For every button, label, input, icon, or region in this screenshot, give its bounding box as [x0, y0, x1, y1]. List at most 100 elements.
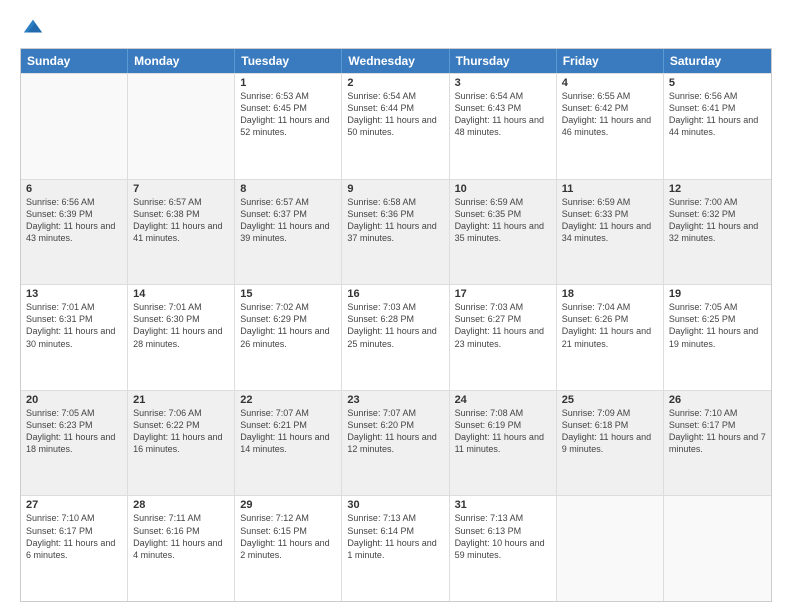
- day-cell-4: 4Sunrise: 6:55 AM Sunset: 6:42 PM Daylig…: [557, 74, 664, 179]
- day-number: 14: [133, 288, 229, 300]
- day-cell-6: 6Sunrise: 6:56 AM Sunset: 6:39 PM Daylig…: [21, 180, 128, 285]
- day-number: 23: [347, 394, 443, 406]
- day-cell-15: 15Sunrise: 7:02 AM Sunset: 6:29 PM Dayli…: [235, 285, 342, 390]
- day-info: Sunrise: 7:13 AM Sunset: 6:14 PM Dayligh…: [347, 512, 443, 561]
- day-info: Sunrise: 7:10 AM Sunset: 6:17 PM Dayligh…: [26, 512, 122, 561]
- day-info: Sunrise: 6:58 AM Sunset: 6:36 PM Dayligh…: [347, 196, 443, 245]
- header-day-monday: Monday: [128, 49, 235, 73]
- day-info: Sunrise: 7:12 AM Sunset: 6:15 PM Dayligh…: [240, 512, 336, 561]
- day-info: Sunrise: 7:01 AM Sunset: 6:30 PM Dayligh…: [133, 301, 229, 350]
- day-number: 13: [26, 288, 122, 300]
- header-day-wednesday: Wednesday: [342, 49, 449, 73]
- day-number: 30: [347, 499, 443, 511]
- calendar-row-3: 20Sunrise: 7:05 AM Sunset: 6:23 PM Dayli…: [21, 390, 771, 496]
- day-cell-5: 5Sunrise: 6:56 AM Sunset: 6:41 PM Daylig…: [664, 74, 771, 179]
- day-number: 21: [133, 394, 229, 406]
- day-info: Sunrise: 6:57 AM Sunset: 6:37 PM Dayligh…: [240, 196, 336, 245]
- day-number: 22: [240, 394, 336, 406]
- day-cell-28: 28Sunrise: 7:11 AM Sunset: 6:16 PM Dayli…: [128, 496, 235, 601]
- logo-icon: [22, 16, 44, 38]
- empty-cell: [128, 74, 235, 179]
- day-number: 31: [455, 499, 551, 511]
- day-cell-24: 24Sunrise: 7:08 AM Sunset: 6:19 PM Dayli…: [450, 391, 557, 496]
- header: [20, 16, 772, 38]
- header-day-saturday: Saturday: [664, 49, 771, 73]
- day-cell-12: 12Sunrise: 7:00 AM Sunset: 6:32 PM Dayli…: [664, 180, 771, 285]
- day-cell-8: 8Sunrise: 6:57 AM Sunset: 6:37 PM Daylig…: [235, 180, 342, 285]
- day-number: 16: [347, 288, 443, 300]
- day-number: 10: [455, 183, 551, 195]
- day-number: 25: [562, 394, 658, 406]
- calendar-row-2: 13Sunrise: 7:01 AM Sunset: 6:31 PM Dayli…: [21, 284, 771, 390]
- day-cell-7: 7Sunrise: 6:57 AM Sunset: 6:38 PM Daylig…: [128, 180, 235, 285]
- day-number: 4: [562, 77, 658, 89]
- day-info: Sunrise: 6:59 AM Sunset: 6:35 PM Dayligh…: [455, 196, 551, 245]
- day-cell-20: 20Sunrise: 7:05 AM Sunset: 6:23 PM Dayli…: [21, 391, 128, 496]
- day-info: Sunrise: 6:55 AM Sunset: 6:42 PM Dayligh…: [562, 90, 658, 139]
- header-day-tuesday: Tuesday: [235, 49, 342, 73]
- day-number: 7: [133, 183, 229, 195]
- day-info: Sunrise: 6:59 AM Sunset: 6:33 PM Dayligh…: [562, 196, 658, 245]
- day-number: 29: [240, 499, 336, 511]
- day-number: 27: [26, 499, 122, 511]
- day-number: 24: [455, 394, 551, 406]
- day-cell-16: 16Sunrise: 7:03 AM Sunset: 6:28 PM Dayli…: [342, 285, 449, 390]
- day-info: Sunrise: 7:03 AM Sunset: 6:28 PM Dayligh…: [347, 301, 443, 350]
- calendar-row-1: 6Sunrise: 6:56 AM Sunset: 6:39 PM Daylig…: [21, 179, 771, 285]
- day-number: 5: [669, 77, 766, 89]
- day-info: Sunrise: 6:57 AM Sunset: 6:38 PM Dayligh…: [133, 196, 229, 245]
- day-number: 3: [455, 77, 551, 89]
- day-number: 12: [669, 183, 766, 195]
- empty-cell: [664, 496, 771, 601]
- day-cell-13: 13Sunrise: 7:01 AM Sunset: 6:31 PM Dayli…: [21, 285, 128, 390]
- day-number: 2: [347, 77, 443, 89]
- day-info: Sunrise: 7:09 AM Sunset: 6:18 PM Dayligh…: [562, 407, 658, 456]
- day-number: 20: [26, 394, 122, 406]
- day-cell-3: 3Sunrise: 6:54 AM Sunset: 6:43 PM Daylig…: [450, 74, 557, 179]
- day-info: Sunrise: 7:04 AM Sunset: 6:26 PM Dayligh…: [562, 301, 658, 350]
- calendar-row-0: 1Sunrise: 6:53 AM Sunset: 6:45 PM Daylig…: [21, 73, 771, 179]
- day-cell-31: 31Sunrise: 7:13 AM Sunset: 6:13 PM Dayli…: [450, 496, 557, 601]
- day-cell-23: 23Sunrise: 7:07 AM Sunset: 6:20 PM Dayli…: [342, 391, 449, 496]
- day-info: Sunrise: 7:00 AM Sunset: 6:32 PM Dayligh…: [669, 196, 766, 245]
- day-cell-22: 22Sunrise: 7:07 AM Sunset: 6:21 PM Dayli…: [235, 391, 342, 496]
- day-cell-17: 17Sunrise: 7:03 AM Sunset: 6:27 PM Dayli…: [450, 285, 557, 390]
- day-info: Sunrise: 7:07 AM Sunset: 6:20 PM Dayligh…: [347, 407, 443, 456]
- day-info: Sunrise: 6:56 AM Sunset: 6:39 PM Dayligh…: [26, 196, 122, 245]
- day-cell-14: 14Sunrise: 7:01 AM Sunset: 6:30 PM Dayli…: [128, 285, 235, 390]
- day-cell-25: 25Sunrise: 7:09 AM Sunset: 6:18 PM Dayli…: [557, 391, 664, 496]
- day-info: Sunrise: 7:05 AM Sunset: 6:23 PM Dayligh…: [26, 407, 122, 456]
- day-info: Sunrise: 7:11 AM Sunset: 6:16 PM Dayligh…: [133, 512, 229, 561]
- day-info: Sunrise: 7:10 AM Sunset: 6:17 PM Dayligh…: [669, 407, 766, 456]
- day-cell-1: 1Sunrise: 6:53 AM Sunset: 6:45 PM Daylig…: [235, 74, 342, 179]
- day-cell-26: 26Sunrise: 7:10 AM Sunset: 6:17 PM Dayli…: [664, 391, 771, 496]
- day-info: Sunrise: 7:02 AM Sunset: 6:29 PM Dayligh…: [240, 301, 336, 350]
- day-cell-21: 21Sunrise: 7:06 AM Sunset: 6:22 PM Dayli…: [128, 391, 235, 496]
- calendar: SundayMondayTuesdayWednesdayThursdayFrid…: [20, 48, 772, 602]
- header-day-thursday: Thursday: [450, 49, 557, 73]
- day-number: 19: [669, 288, 766, 300]
- calendar-body: 1Sunrise: 6:53 AM Sunset: 6:45 PM Daylig…: [21, 73, 771, 601]
- day-cell-30: 30Sunrise: 7:13 AM Sunset: 6:14 PM Dayli…: [342, 496, 449, 601]
- day-number: 9: [347, 183, 443, 195]
- day-cell-10: 10Sunrise: 6:59 AM Sunset: 6:35 PM Dayli…: [450, 180, 557, 285]
- day-info: Sunrise: 6:56 AM Sunset: 6:41 PM Dayligh…: [669, 90, 766, 139]
- day-info: Sunrise: 6:53 AM Sunset: 6:45 PM Dayligh…: [240, 90, 336, 139]
- page: SundayMondayTuesdayWednesdayThursdayFrid…: [0, 0, 792, 612]
- day-number: 26: [669, 394, 766, 406]
- day-info: Sunrise: 7:06 AM Sunset: 6:22 PM Dayligh…: [133, 407, 229, 456]
- day-info: Sunrise: 7:01 AM Sunset: 6:31 PM Dayligh…: [26, 301, 122, 350]
- day-cell-18: 18Sunrise: 7:04 AM Sunset: 6:26 PM Dayli…: [557, 285, 664, 390]
- day-info: Sunrise: 7:05 AM Sunset: 6:25 PM Dayligh…: [669, 301, 766, 350]
- day-cell-29: 29Sunrise: 7:12 AM Sunset: 6:15 PM Dayli…: [235, 496, 342, 601]
- empty-cell: [557, 496, 664, 601]
- day-number: 1: [240, 77, 336, 89]
- header-day-sunday: Sunday: [21, 49, 128, 73]
- day-cell-11: 11Sunrise: 6:59 AM Sunset: 6:33 PM Dayli…: [557, 180, 664, 285]
- logo: [20, 16, 44, 38]
- day-number: 8: [240, 183, 336, 195]
- day-info: Sunrise: 7:08 AM Sunset: 6:19 PM Dayligh…: [455, 407, 551, 456]
- day-info: Sunrise: 7:07 AM Sunset: 6:21 PM Dayligh…: [240, 407, 336, 456]
- calendar-header: SundayMondayTuesdayWednesdayThursdayFrid…: [21, 49, 771, 73]
- day-info: Sunrise: 7:13 AM Sunset: 6:13 PM Dayligh…: [455, 512, 551, 561]
